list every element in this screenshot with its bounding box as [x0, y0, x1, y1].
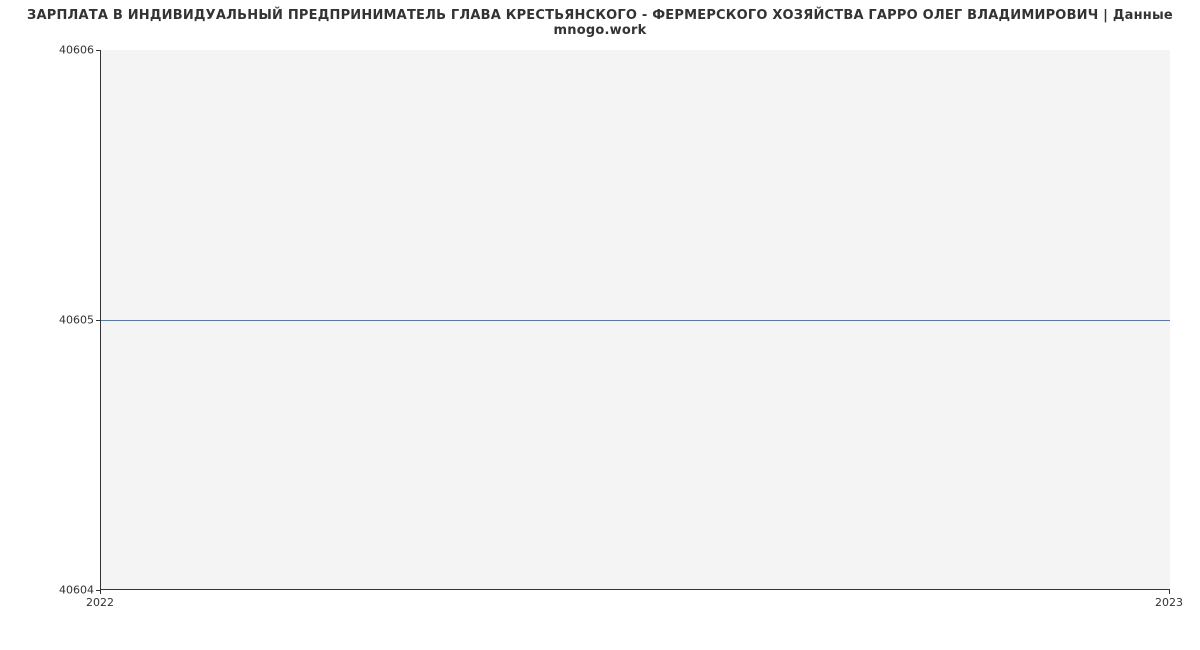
series-line-salary: [101, 320, 1170, 321]
x-tick-mark: [1169, 590, 1170, 594]
y-tick-label: 40606: [59, 44, 94, 57]
y-tick-label: 40604: [59, 584, 94, 597]
y-tick-label: 40605: [59, 314, 94, 327]
x-tick-label: 2022: [86, 596, 114, 609]
x-tick-label: 2023: [1155, 596, 1183, 609]
x-tick-mark: [100, 590, 101, 594]
chart-title: ЗАРПЛАТА В ИНДИВИДУАЛЬНЫЙ ПРЕДПРИНИМАТЕЛ…: [0, 8, 1200, 38]
chart-container: ЗАРПЛАТА В ИНДИВИДУАЛЬНЫЙ ПРЕДПРИНИМАТЕЛ…: [0, 0, 1200, 650]
plot-area: [100, 50, 1170, 590]
